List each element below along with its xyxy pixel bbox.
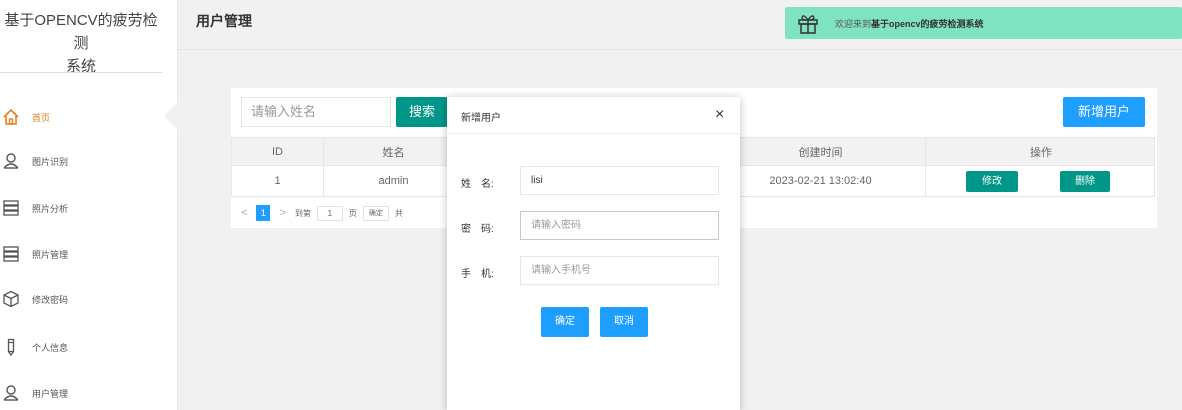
add-user-button[interactable]: 新增用户 [1063, 97, 1145, 127]
sidebar-item-profile[interactable]: 个人信息 [0, 332, 170, 362]
goto-ok-button[interactable]: 确定 [362, 205, 389, 221]
cell-name: admin [324, 166, 464, 196]
cube-icon [2, 290, 20, 308]
app-title: 基于OPENCV的疲劳检测 系统 [0, 0, 162, 78]
header: 用户管理 欢迎来到基于opencv的疲劳检测系统 [178, 0, 1182, 50]
cell-actions [926, 166, 1156, 196]
name-label: 姓 名: [461, 179, 494, 190]
phone-label: 手 机: [461, 269, 494, 280]
column-header-id: ID [232, 138, 324, 165]
column-header-actions: 操作 [1030, 146, 1052, 159]
delete-button[interactable]: 删除 [1060, 171, 1110, 192]
sidebar-item-label: 图片识别 [32, 156, 69, 167]
password-label: 密 码: [461, 224, 494, 235]
column-header-created: 创建时间 [716, 138, 926, 165]
sidebar-item-photo-management[interactable]: 照片管理 [0, 239, 170, 269]
cell-id: 1 [232, 166, 324, 196]
page-title: 用户管理 [196, 13, 252, 29]
sidebar-item-image-recognition[interactable]: 图片识别 [0, 146, 170, 176]
sidebar-item-change-password[interactable]: 修改密码 [0, 284, 170, 314]
dialog-header: 新增用户 × [447, 97, 740, 134]
pencil-icon [2, 338, 20, 356]
cancel-button[interactable]: 取消 [600, 307, 648, 337]
edit-button[interactable]: 修改 [966, 171, 1018, 192]
app-title-line1: 基于OPENCV的疲劳检测 [4, 12, 158, 52]
cell-created: 2023-02-21 13:02:40 [716, 166, 926, 196]
prev-page-button[interactable]: < [241, 207, 247, 219]
password-field[interactable]: 请输入密码 [520, 211, 719, 240]
total-label: 共 [394, 208, 403, 218]
user-icon [2, 384, 20, 402]
user-icon [2, 152, 20, 170]
app-title-line2: 系统 [65, 58, 96, 75]
add-user-dialog: 新增用户 × 姓 名: lisi 密 码: 请输入密码 手 机: 请输入手机号 … [447, 97, 740, 410]
column-header-name: 姓名 [324, 138, 464, 165]
sidebar-item-label: 首页 [32, 112, 51, 123]
phone-field[interactable]: 请输入手机号 [520, 256, 719, 285]
sidebar-item-label: 修改密码 [32, 294, 69, 305]
search-button[interactable]: 搜索 [396, 97, 448, 127]
next-page-button[interactable]: > [279, 207, 285, 219]
search-input[interactable]: 请输入姓名 [241, 97, 391, 127]
dialog-title: 新增用户 [461, 113, 501, 124]
home-icon [2, 108, 20, 126]
close-icon[interactable]: × [715, 106, 724, 124]
server-icon [2, 245, 20, 263]
welcome-system-name: 基于opencv的疲劳检测系统 [871, 18, 984, 29]
divider [0, 72, 162, 73]
pagination: < 1 > 到第 1 页 确定 共 [241, 204, 403, 222]
confirm-button[interactable]: 确定 [541, 307, 589, 337]
sidebar-item-label: 照片分析 [32, 203, 69, 214]
goto-page-input[interactable]: 1 [316, 205, 343, 221]
sidebar: 基于OPENCV的疲劳检测 系统 首页 图片识别 照片分析 照片管理 修改密码 [0, 0, 178, 410]
welcome-text: 欢迎来到基于opencv的疲劳检测系统 [835, 17, 984, 30]
sidebar-item-user-management[interactable]: 用户管理 [0, 378, 170, 408]
goto-label: 到第 [294, 208, 311, 218]
sidebar-item-photo-analysis[interactable]: 照片分析 [0, 193, 170, 223]
welcome-prefix: 欢迎来到 [835, 18, 872, 29]
sidebar-item-label: 用户管理 [32, 388, 69, 399]
page-unit: 页 [348, 208, 357, 218]
current-page[interactable]: 1 [256, 205, 271, 221]
active-caret [164, 102, 178, 130]
sidebar-item-home[interactable]: 首页 [0, 102, 170, 132]
name-field[interactable]: lisi [520, 166, 719, 195]
welcome-banner: 欢迎来到基于opencv的疲劳检测系统 [785, 7, 1182, 39]
server-icon [2, 199, 20, 217]
sidebar-item-label: 照片管理 [32, 249, 69, 260]
sidebar-item-label: 个人信息 [32, 342, 69, 353]
gift-icon [797, 12, 819, 34]
